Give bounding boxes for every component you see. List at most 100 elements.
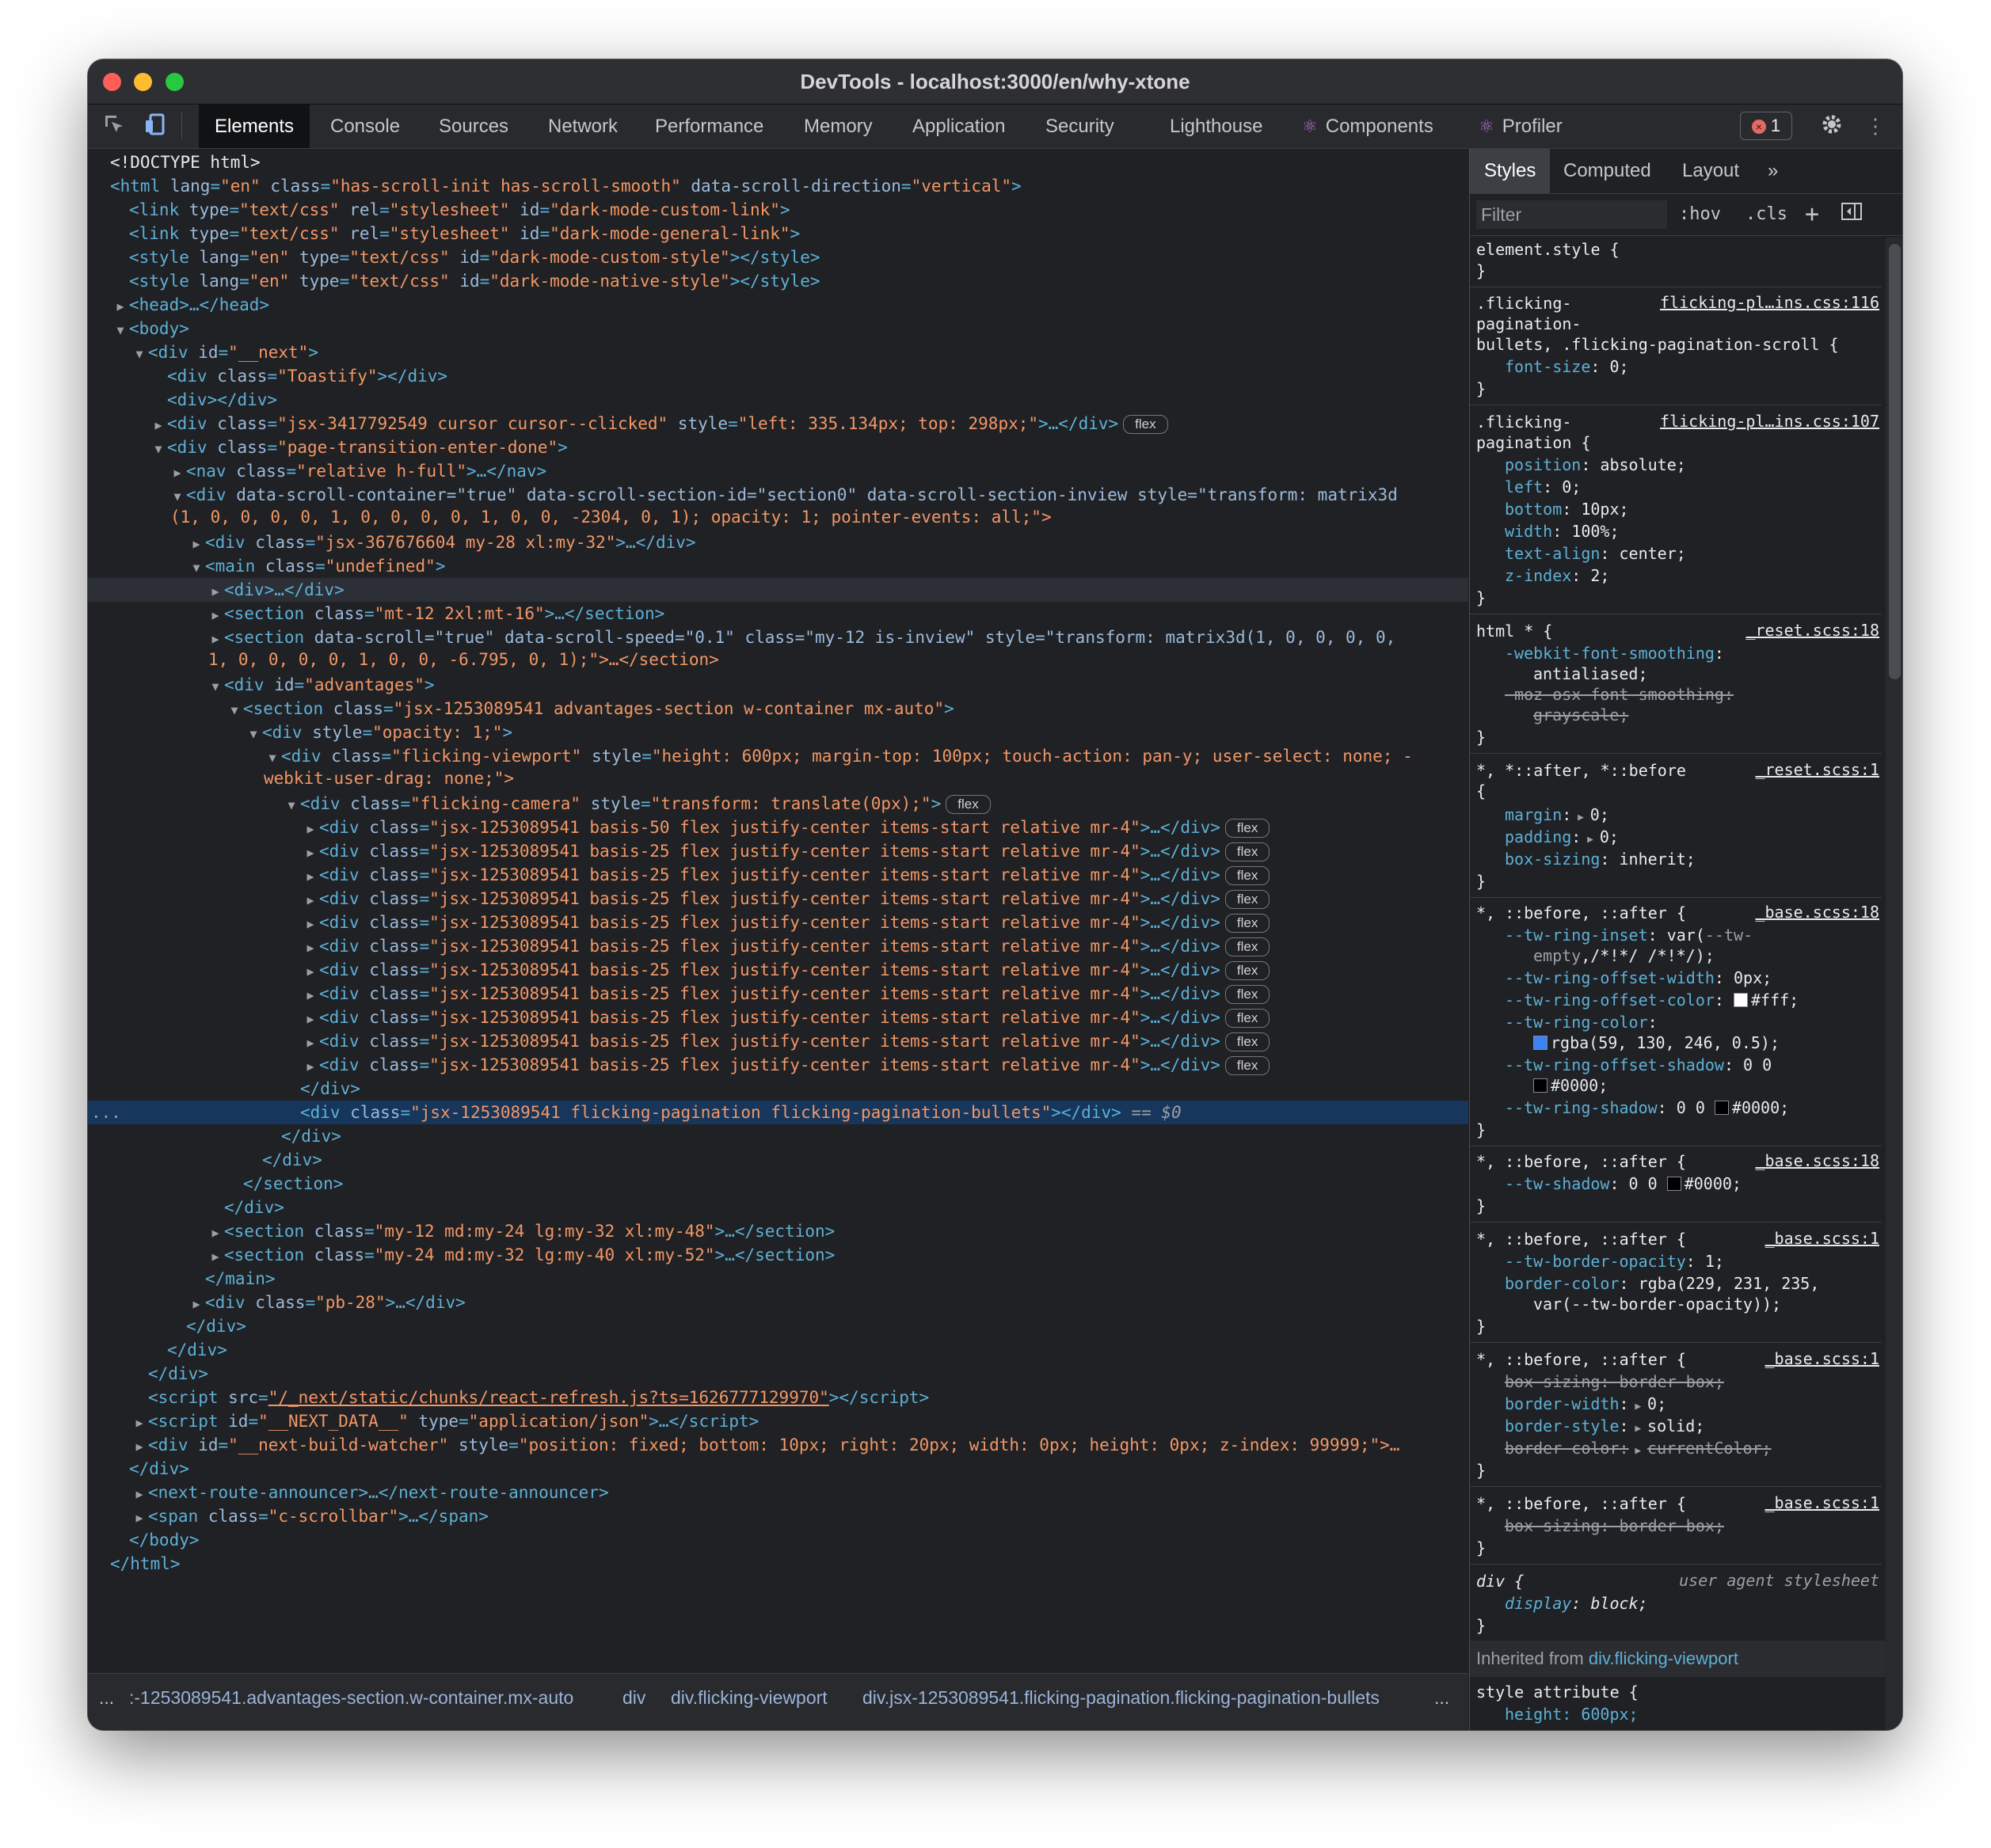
flex-badge[interactable]: flex: [1224, 1032, 1270, 1051]
expand-triangle-icon[interactable]: ▶: [207, 1221, 224, 1245]
dom-node[interactable]: ▶ <section data-scroll="true" data-scroll…: [88, 626, 1468, 649]
expand-triangle-icon[interactable]: ▶: [1629, 1401, 1647, 1413]
dom-node[interactable]: ▼ <div class="flicking-camera" style="tra…: [88, 792, 1468, 816]
breadcrumb-item[interactable]: :-1253089541.advantages-section.w-contai…: [129, 1674, 573, 1721]
rule-source-link[interactable]: _reset.scss:1: [1755, 760, 1879, 779]
rule-source-link[interactable]: _base.scss:1: [1765, 1229, 1880, 1248]
flex-badge[interactable]: flex: [1224, 1009, 1270, 1028]
tab-layout[interactable]: Layout: [1668, 149, 1753, 193]
style-declaration[interactable]: font-size: 0;: [1505, 356, 1902, 378]
dom-node-panel[interactable]: ▶ <div class="jsx-1253089541 basis-25 fle…: [88, 1053, 1468, 1077]
rule-source-link[interactable]: _base.scss:18: [1755, 903, 1879, 922]
style-declaration[interactable]: left: 0;: [1505, 477, 1902, 498]
dom-node[interactable]: ▶ <div class="jsx-367676604 my-28 xl:my-3…: [88, 530, 1468, 554]
dom-close-tag[interactable]: </div>: [88, 1196, 1468, 1219]
toggle-sidebar-icon[interactable]: [1841, 200, 1863, 232]
expand-triangle-icon[interactable]: ▶: [207, 580, 224, 603]
dom-node[interactable]: ▶ <head>…</head>: [88, 293, 1468, 317]
style-declaration[interactable]: box-sizing: inherit;: [1505, 849, 1902, 870]
dom-node[interactable]: <style lang="en" type="text/css" id="dar…: [88, 245, 1468, 269]
dom-close-tag[interactable]: </main>: [88, 1267, 1468, 1291]
rule-selector[interactable]: pagination {: [1476, 432, 1888, 454]
inherited-from-link[interactable]: div.flicking-viewport: [1589, 1648, 1738, 1668]
expand-triangle-icon[interactable]: ▶: [302, 888, 319, 912]
dom-node[interactable]: <link type="text/css" rel="stylesheet" i…: [88, 222, 1468, 245]
expand-triangle-icon[interactable]: ▶: [302, 817, 319, 841]
breadcrumb-item[interactable]: div: [622, 1674, 645, 1721]
tab-styles[interactable]: Styles: [1470, 149, 1551, 193]
expand-triangle-icon[interactable]: ▶: [207, 1245, 224, 1268]
breadcrumb-item[interactable]: div.flicking-viewport: [671, 1674, 828, 1721]
collapse-triangle-icon[interactable]: ▼: [131, 342, 148, 366]
expand-triangle-icon[interactable]: ▶: [1629, 1445, 1647, 1457]
dom-node[interactable]: ▼ <main class="undefined">: [88, 554, 1468, 578]
expand-triangle-icon[interactable]: ▶: [188, 532, 205, 556]
dom-node-panel[interactable]: ▶ <div class="jsx-1253089541 basis-25 fle…: [88, 839, 1468, 863]
class-toggle-button[interactable]: .cls: [1745, 200, 1787, 229]
expand-triangle-icon[interactable]: ▶: [169, 461, 186, 485]
dom-node[interactable]: ▼ <div id="advantages">: [88, 673, 1468, 697]
rule-source-link[interactable]: _reset.scss:18: [1745, 621, 1879, 640]
expand-triangle-icon[interactable]: ▶: [112, 295, 129, 318]
expand-triangle-icon[interactable]: ▶: [302, 912, 319, 936]
style-declaration[interactable]: -webkit-font-smoothing:: [1505, 643, 1902, 664]
dom-node[interactable]: ▼ <div style="opacity: 1;">: [88, 721, 1468, 744]
dom-node-selected[interactable]: ... <div class="jsx-1253089541 flicking-p…: [88, 1101, 1468, 1124]
dom-close-tag[interactable]: </div>: [88, 1457, 1468, 1481]
dom-node[interactable]: ▼ <body>: [88, 317, 1468, 340]
expand-triangle-icon[interactable]: ▶: [302, 1031, 319, 1055]
color-swatch[interactable]: [1533, 1036, 1547, 1050]
style-declaration[interactable]: --tw-ring-inset: var(--tw-: [1505, 925, 1902, 946]
flex-badge[interactable]: flex: [1224, 890, 1270, 909]
flex-badge[interactable]: flex: [1123, 415, 1168, 434]
dom-node[interactable]: ▶ <script id="__NEXT_DATA__" type="applic…: [88, 1409, 1468, 1433]
rule-source-link[interactable]: _base.scss:1: [1765, 1349, 1880, 1368]
style-declaration[interactable]: border-style: ▶ solid;: [1505, 1416, 1902, 1439]
inspect-icon[interactable]: [101, 112, 128, 139]
hover-state-button[interactable]: :hov: [1679, 200, 1721, 229]
collapse-triangle-icon[interactable]: ▼: [188, 556, 205, 580]
rule-selector[interactable]: bullets, .flicking-pagination-scroll {: [1476, 334, 1888, 356]
flex-badge[interactable]: flex: [1224, 961, 1270, 980]
collapse-triangle-icon[interactable]: ▼: [245, 722, 262, 746]
dom-node-panel[interactable]: ▶ <div class="jsx-1253089541 basis-25 fle…: [88, 982, 1468, 1006]
dom-node-panel[interactable]: ▶ <div class="jsx-1253089541 basis-25 fle…: [88, 911, 1468, 934]
style-declaration[interactable]: position: absolute;: [1505, 454, 1902, 476]
dom-node-panel[interactable]: ▶ <div class="jsx-1253089541 basis-25 fle…: [88, 887, 1468, 911]
new-rule-button[interactable]: +: [1805, 200, 1819, 229]
dom-node[interactable]: ▶ <next-route-announcer>…</next-route-ann…: [88, 1481, 1468, 1504]
color-swatch[interactable]: [1666, 1177, 1681, 1191]
dom-node[interactable]: ▶ <section class="mt-12 2xl:mt-16">…</sec…: [88, 602, 1468, 626]
expand-triangle-icon[interactable]: ▶: [302, 983, 319, 1007]
rule-source-link[interactable]: _base.scss:1: [1765, 1493, 1880, 1512]
expand-triangle-icon[interactable]: ▶: [150, 413, 167, 437]
style-declaration[interactable]: --tw-ring-color:: [1505, 1012, 1902, 1033]
style-declaration[interactable]: --tw-ring-offset-width: 0px;: [1505, 968, 1902, 989]
dom-node[interactable]: <div></div>: [88, 388, 1468, 412]
collapse-triangle-icon[interactable]: ▼: [207, 675, 224, 698]
expand-triangle-icon[interactable]: ▶: [207, 603, 224, 627]
dom-close-tag[interactable]: </body>: [88, 1528, 1468, 1552]
rule-source-link[interactable]: flicking-pl…ins.css:107: [1660, 412, 1879, 431]
rule-selector[interactable]: pagination-: [1476, 314, 1888, 335]
dom-node[interactable]: <html lang="en" class="has-scroll-init h…: [88, 174, 1468, 198]
dom-close-tag[interactable]: </div>: [88, 1338, 1468, 1362]
dom-node[interactable]: ▼ <div class="flicking-viewport" style="h…: [88, 744, 1468, 768]
style-declaration[interactable]: border-width: ▶ 0;: [1505, 1394, 1902, 1417]
dom-close-tag[interactable]: </div>: [88, 1148, 1468, 1172]
expand-triangle-icon[interactable]: ▶: [1581, 834, 1599, 846]
dom-node[interactable]: ▼ <div data-scroll-container="true" data-…: [88, 483, 1468, 507]
rule-source-link[interactable]: _base.scss:18: [1755, 1151, 1879, 1170]
tab-lighthouse[interactable]: Lighthouse: [1165, 105, 1267, 148]
expand-triangle-icon[interactable]: ▶: [302, 936, 319, 960]
rule-selector[interactable]: style attribute {: [1476, 1682, 1888, 1703]
rule-selector[interactable]: element.style {: [1476, 239, 1888, 260]
color-swatch[interactable]: [1533, 1078, 1547, 1093]
dom-node[interactable]: ▶ <div id="__next-build-watcher" style="p…: [88, 1433, 1468, 1457]
expand-triangle-icon[interactable]: ▶: [302, 841, 319, 865]
style-declaration[interactable]: --tw-ring-offset-shadow: 0 0: [1505, 1055, 1902, 1076]
dom-node[interactable]: <style lang="en" type="text/css" id="dar…: [88, 269, 1468, 293]
overridden-declaration[interactable]: -moz-osx-font-smoothing:: [1505, 684, 1902, 705]
dom-close-tag[interactable]: </div>: [88, 1077, 1468, 1101]
dom-node[interactable]: <!DOCTYPE html>: [88, 150, 1468, 174]
